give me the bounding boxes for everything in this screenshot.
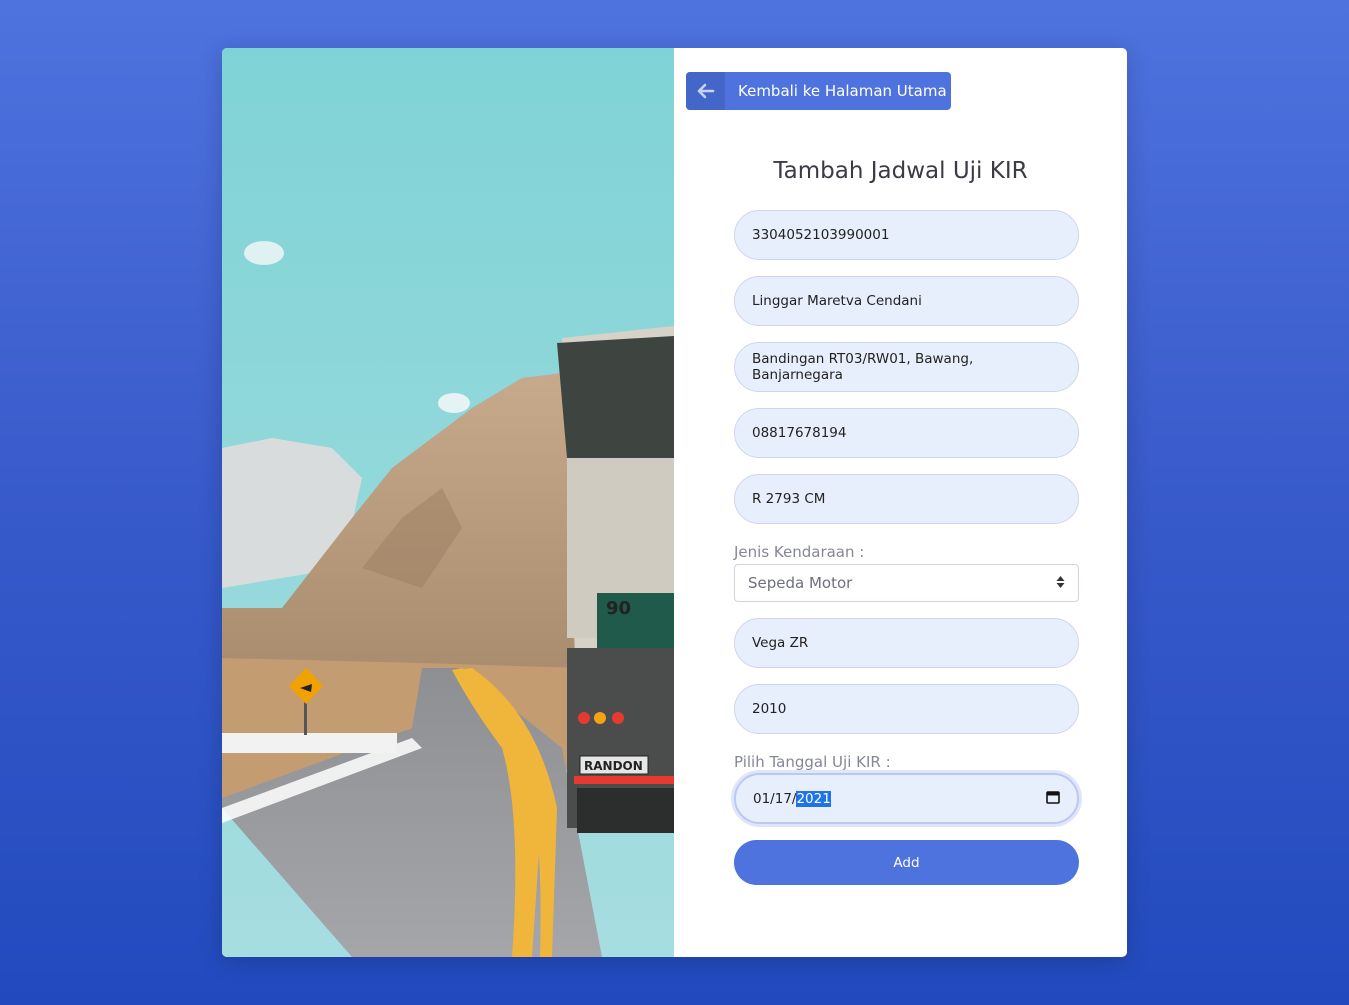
arrow-left-icon	[686, 72, 725, 110]
nama-value: Linggar Maretva Cendani	[752, 293, 922, 309]
telepon-value: 08817678194	[752, 425, 847, 441]
nik-value: 3304052103990001	[752, 227, 890, 243]
nama-field[interactable]: Linggar Maretva Cendani	[734, 276, 1079, 326]
tahun-field[interactable]: 2010	[734, 684, 1079, 734]
truck-number-text: 90	[606, 598, 631, 619]
truck-brand-text: RANDON	[584, 759, 643, 773]
date-value: 01/17/2021	[753, 790, 831, 807]
form-card: 90 RANDON Kembali ke Halaman Utama Tamba…	[222, 48, 1127, 957]
plat-field[interactable]: R 2793 CM	[734, 474, 1079, 524]
jenis-kendaraan-select[interactable]: Sepeda Motor	[734, 564, 1079, 602]
merk-value: Vega ZR	[752, 635, 809, 651]
truck-road-photo: 90 RANDON	[222, 48, 674, 957]
jenis-kendaraan-label: Jenis Kendaraan :	[734, 543, 865, 561]
plat-value: R 2793 CM	[752, 491, 826, 507]
nik-field[interactable]: 3304052103990001	[734, 210, 1079, 260]
add-button[interactable]: Add	[734, 840, 1079, 885]
select-arrows-icon	[1056, 574, 1065, 592]
jenis-kendaraan-value: Sepeda Motor	[748, 574, 853, 592]
telepon-field[interactable]: 08817678194	[734, 408, 1079, 458]
page-title: Tambah Jadwal Uji KIR	[773, 158, 1028, 184]
calendar-icon[interactable]	[1046, 790, 1060, 808]
tanggal-label: Pilih Tanggal Uji KIR :	[734, 753, 891, 771]
date-prefix: 01/17/	[753, 790, 797, 807]
tahun-value: 2010	[752, 701, 787, 717]
form-panel: Kembali ke Halaman Utama Tambah Jadwal U…	[674, 48, 1127, 957]
alamat-field[interactable]: Bandingan RT03/RW01, Bawang, Banjarnegar…	[734, 342, 1079, 392]
back-to-home-button[interactable]: Kembali ke Halaman Utama	[686, 72, 951, 110]
merk-field[interactable]: Vega ZR	[734, 618, 1079, 668]
back-button-label: Kembali ke Halaman Utama	[738, 82, 947, 100]
date-year-selected: 2021	[796, 790, 831, 807]
alamat-value: Bandingan RT03/RW01, Bawang, Banjarnegar…	[752, 351, 974, 383]
tanggal-uji-date-input[interactable]: 01/17/2021	[734, 773, 1079, 824]
